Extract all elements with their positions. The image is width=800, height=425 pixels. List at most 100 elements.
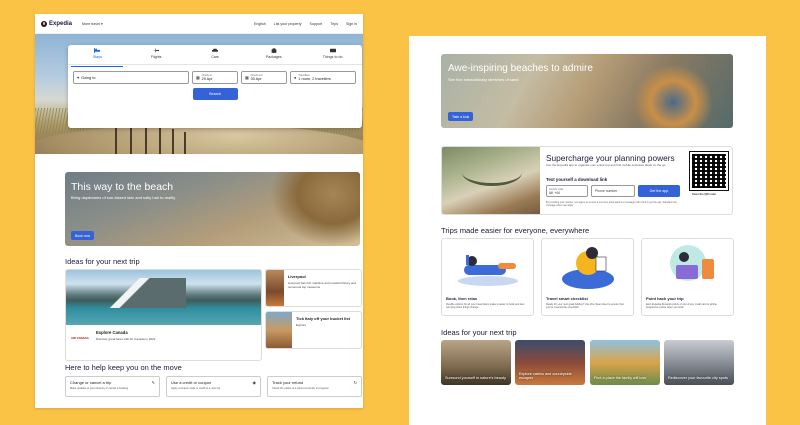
calendar-icon: ▦ [196, 76, 200, 80]
hammock-image [442, 147, 540, 214]
idea-cabins[interactable]: Explore cabins and countryside escapes [515, 340, 585, 385]
sms-legal-text: By providing your number, you agree to r… [546, 201, 677, 208]
expedia-logo-icon [41, 20, 47, 27]
book-now-button[interactable]: Book now [71, 231, 94, 240]
help-section-title: Here to help keep you on the move [65, 363, 182, 372]
feature-checklist[interactable]: Travel smart checklist Ready for your ne… [541, 238, 634, 316]
card-title: Tick Italy off your bucket list [296, 316, 350, 321]
points-illustration [642, 239, 733, 291]
beaches-hero-banner[interactable]: Awe-inspiring beaches to admire See five… [441, 54, 733, 128]
tab-packages[interactable]: Packages [248, 48, 300, 64]
track-refund-card[interactable]: Track your refund Check the status of a … [267, 376, 362, 397]
top-navigation: Expedia More travel ▾ English List your … [35, 14, 363, 34]
help-card-title: Track your refund [272, 380, 304, 385]
refund-icon: ↻ [353, 380, 357, 385]
plane-icon [153, 48, 160, 53]
tab-flights[interactable]: Flights [130, 48, 182, 64]
fence-post [172, 129, 174, 154]
download-link-heading: Text yourself a download link [546, 177, 608, 182]
feature-title: Travel smart checklist [546, 296, 588, 301]
credit-coupon-card[interactable]: Use a credit or coupon Apply a coupon co… [166, 376, 261, 397]
air-canada-logo: AIR CANADA [71, 336, 89, 340]
check-in-field[interactable]: ▦ Check-in 29 Apr [192, 71, 238, 84]
take-a-look-button[interactable]: Take a look [448, 112, 474, 121]
qr-code-icon [689, 151, 729, 191]
fence-post [159, 126, 161, 154]
bed-icon [94, 48, 101, 53]
idea-family[interactable]: Find a place the family will love [590, 340, 660, 385]
help-card-sub: Check the status of a refund currently i… [272, 387, 329, 390]
card-title: Explore Canada [96, 330, 128, 335]
help-card-sub: Apply a coupon code or credit to a new t… [171, 387, 221, 390]
nav-language[interactable]: English [254, 22, 266, 26]
expedia-logo[interactable]: Expedia [41, 20, 73, 27]
feature-book-relax[interactable]: Book, then relax Flexible options for al… [441, 238, 534, 316]
italy-image [266, 312, 292, 348]
card-info: AIR CANADA Explore Canada Discover great… [66, 325, 261, 341]
promo-subtitle: Bring daydreams of sun-kissed skin and s… [71, 195, 176, 200]
going-to-field[interactable]: ⌖ Going to [73, 71, 189, 84]
phone-number-input[interactable]: Phone number [591, 185, 635, 197]
expedia-content-mockup: Awe-inspiring beaches to admire See five… [409, 36, 766, 425]
change-cancel-trip-card[interactable]: Change or cancel a trip Make updates to … [65, 376, 160, 397]
liverpool-card[interactable]: Liverpool Liverpool has rich maritime an… [265, 269, 362, 307]
nav-support[interactable]: Support [310, 22, 323, 26]
idea-caption: Find a place the family will love [594, 376, 647, 381]
card-description: Liverpool has rich maritime and musical … [287, 281, 356, 289]
check-out-field[interactable]: ▦ Check-out 30 Apr [241, 71, 287, 84]
suitcase-icon [271, 48, 277, 53]
tab-label: Flights [150, 55, 162, 59]
travellers-value: 1 room, 2 travellers [298, 77, 331, 81]
going-to-placeholder: Going to [81, 75, 96, 80]
nav-list-property[interactable]: List your property [274, 22, 302, 26]
illustration-svg [670, 245, 714, 281]
app-card-subtitle: Use the Expedia app to organise your ent… [546, 163, 666, 167]
app-download-card: Supercharge your planning powers Use the… [441, 146, 733, 215]
qr-code-label: Scan the QR code [692, 192, 716, 196]
country-code-value: UK +44 [549, 190, 560, 195]
location-pin-icon: ⌖ [77, 75, 80, 80]
checklist-illustration [542, 239, 633, 291]
nav-trips[interactable]: Trips [330, 22, 338, 26]
search-button[interactable]: Search [192, 88, 238, 100]
ticket-icon [329, 48, 336, 53]
feature-title: Point hack your trip [646, 296, 684, 301]
more-travel-menu[interactable]: More travel ▾ [82, 22, 103, 26]
logo-text: Expedia [49, 20, 73, 27]
idea-caption: Surround yourself in nature's beauty [445, 376, 506, 381]
search-tabs: Stays Flights Cars Packages Things to do [68, 45, 362, 67]
help-card-title: Change or cancel a trip [70, 380, 112, 385]
nav-sign-in[interactable]: Sign in [346, 22, 357, 26]
feature-point-hack[interactable]: Point hack your trip Earn Expedia Reward… [641, 238, 734, 316]
tab-label: Things to do [322, 55, 343, 59]
pencil-icon: ✎ [151, 380, 155, 385]
fence-post [184, 132, 186, 154]
country-code-select[interactable]: Country code UK +44 [546, 185, 588, 197]
italy-card[interactable]: Tick Italy off your bucket list Explore [265, 311, 362, 349]
person-icon: ● [294, 75, 297, 80]
card-title: Liverpool [287, 274, 306, 279]
idea-caption: Rediscover your favourite city spots [668, 376, 728, 381]
get-the-app-button[interactable]: Get the app [638, 185, 680, 197]
travellers-field[interactable]: ● Travellers 1 room, 2 travellers [290, 71, 356, 84]
tab-label: Stays [92, 55, 102, 59]
hero-title: Awe-inspiring beaches to admire [448, 63, 593, 74]
ideas-section-title: Ideas for your next trip [441, 328, 517, 337]
tab-stays[interactable]: Stays [71, 48, 124, 67]
idea-city[interactable]: Rediscover your favourite city spots [664, 340, 734, 385]
explore-canada-card[interactable]: AIR CANADA Explore Canada Discover great… [65, 269, 262, 361]
beach-promo-banner[interactable]: This way to the beach Bring daydreams of… [65, 172, 360, 246]
lake-mountain-image [66, 270, 261, 325]
tab-cars[interactable]: Cars [189, 48, 241, 64]
app-card-title: Supercharge your planning powers [546, 153, 675, 163]
feature-description: Flexible options for all your travel pla… [446, 303, 525, 310]
tab-things-to-do[interactable]: Things to do [307, 48, 359, 64]
relaxing-person-illustration [442, 239, 533, 291]
idea-nature[interactable]: Surround yourself in nature's beauty [441, 340, 511, 385]
check-out-value: 30 Apr [250, 77, 262, 81]
promo-title: This way to the beach [71, 181, 174, 193]
coin-icon: ◉ [252, 380, 257, 385]
feature-description: Earn Expedia Rewards points on top of an… [646, 303, 717, 310]
car-icon [211, 48, 218, 52]
help-card-title: Use a credit or coupon [171, 380, 212, 385]
